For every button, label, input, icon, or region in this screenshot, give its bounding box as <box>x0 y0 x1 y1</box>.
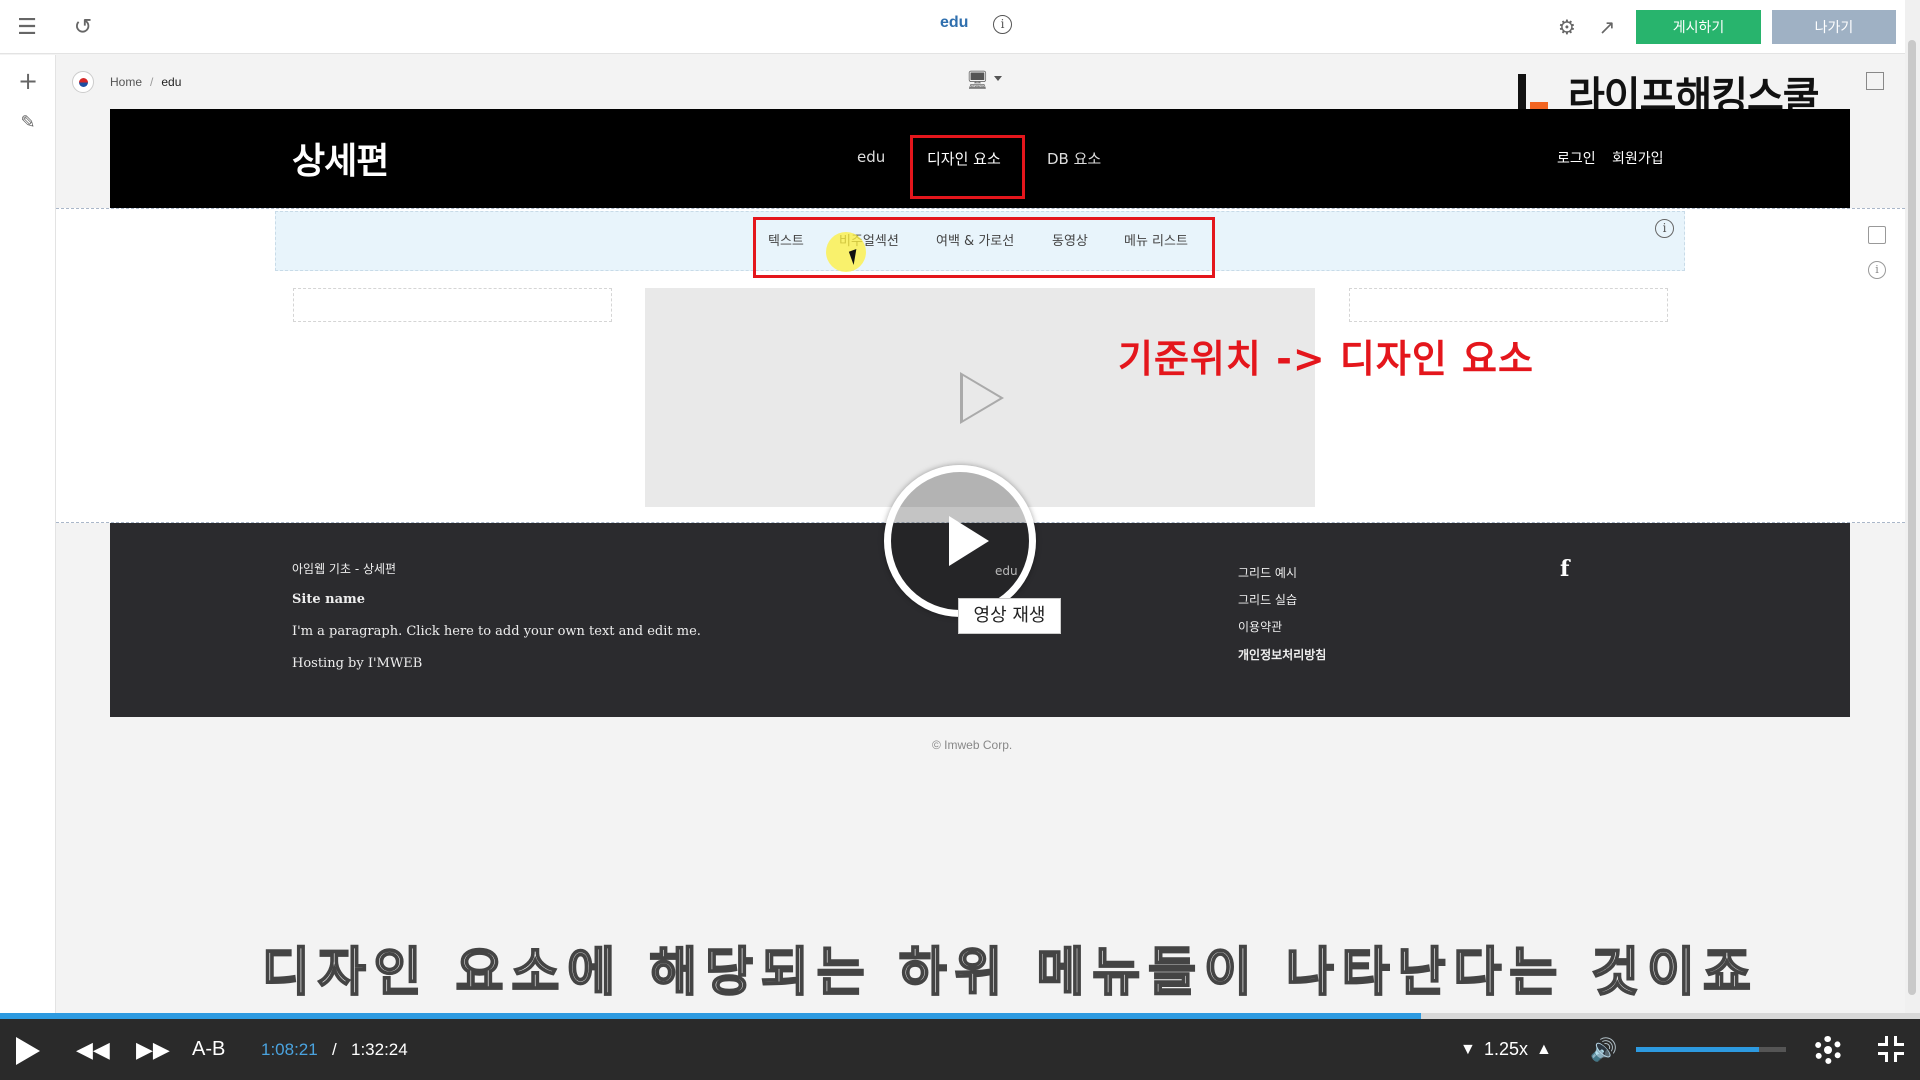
watermark-logo-bar <box>1518 74 1526 114</box>
time-total: 1:32:24 <box>351 1040 408 1059</box>
play-button[interactable] <box>16 1037 40 1065</box>
nav-highlight-box <box>910 135 1025 199</box>
site-logo[interactable]: 상세편 <box>292 132 389 184</box>
settings-gear-icon[interactable] <box>1814 1036 1842 1064</box>
video-subtitle: 디자인 요소에 해당되는 하위 메뉴들이 나타난다는 것이죠 <box>261 942 1759 1004</box>
breadcrumb: Home / edu <box>72 70 181 94</box>
info-icon[interactable]: i <box>1868 261 1886 279</box>
signup-link[interactable]: 회원가입 <box>1612 148 1664 168</box>
volume-icon[interactable]: 🔊 <box>1590 1019 1617 1080</box>
annotation-text: 기준위치 -> 디자인 요소 <box>1118 337 1534 381</box>
swap-icon[interactable] <box>1868 226 1886 244</box>
copy-icon[interactable] <box>1866 72 1884 90</box>
volume-fill <box>1636 1047 1759 1052</box>
breadcrumb-current: edu <box>161 75 182 89</box>
rewind-icon[interactable]: ◀◀ <box>76 1019 110 1080</box>
footer-hosting: Hosting by I'MWEB <box>292 656 423 671</box>
left-toolbar <box>0 55 56 1015</box>
document-title: edu <box>940 14 969 31</box>
play-icon[interactable] <box>884 465 1036 617</box>
time-current: 1:08:21 <box>261 1040 318 1059</box>
external-link-icon[interactable]: ↗ <box>1592 12 1622 42</box>
info-icon[interactable]: i <box>993 15 1012 34</box>
empty-block-left[interactable] <box>293 288 612 322</box>
exit-button[interactable]: 나가기 <box>1772 10 1896 44</box>
speed-up-icon[interactable]: ▲ <box>1536 1019 1552 1080</box>
undo-icon[interactable]: ↺ <box>68 12 98 42</box>
play-tooltip: 영상 재생 <box>958 598 1061 634</box>
info-icon[interactable]: i <box>1655 219 1674 238</box>
nav-item-edu[interactable]: edu <box>857 148 885 166</box>
chevron-down-icon[interactable] <box>994 76 1002 81</box>
hamburger-menu-icon[interactable]: ☰ <box>12 12 42 42</box>
facebook-icon[interactable]: f <box>1560 556 1569 582</box>
footer-site-name[interactable]: Site name <box>292 592 365 607</box>
footer-link-grid-practice[interactable]: 그리드 실습 <box>1238 591 1297 608</box>
footer-link-privacy[interactable]: 개인정보처리방침 <box>1238 646 1326 663</box>
fast-forward-icon[interactable]: ▶▶ <box>136 1019 170 1080</box>
pin-icon[interactable]: ✎ <box>13 108 43 138</box>
korea-flag-icon[interactable] <box>72 71 94 93</box>
add-icon[interactable]: + <box>13 66 43 96</box>
footer-link-grid-example[interactable]: 그리드 예시 <box>1238 564 1297 581</box>
empty-block-right[interactable] <box>1349 288 1668 322</box>
breadcrumb-separator: / <box>150 75 154 89</box>
cursor-highlight <box>826 232 866 272</box>
footer-title: 아임웹 기초 - 상세편 <box>292 562 397 576</box>
ab-repeat-button[interactable]: A-B <box>192 1019 225 1080</box>
copyright-text: © Imweb Corp. <box>932 738 1013 752</box>
time-separator: / <box>332 1040 337 1059</box>
footer-link-terms[interactable]: 이용약관 <box>1238 618 1282 635</box>
login-link[interactable]: 로그인 <box>1557 148 1596 168</box>
exit-fullscreen-icon[interactable] <box>1878 1036 1904 1062</box>
play-outline-icon <box>960 372 1004 424</box>
breadcrumb-home[interactable]: Home <box>110 75 142 89</box>
submenu-highlight-box <box>753 217 1215 278</box>
publish-button[interactable]: 게시하기 <box>1636 10 1761 44</box>
speed-value: 1.25x <box>1484 1039 1529 1059</box>
nav-item-db-elements[interactable]: DB 요소 <box>1047 148 1101 169</box>
page-scrollbar-thumb[interactable] <box>1908 40 1916 995</box>
footer-paragraph[interactable]: I'm a paragraph. Click here to add your … <box>292 624 701 639</box>
desktop-icon[interactable]: 🖥 <box>966 70 989 91</box>
speed-down-icon[interactable]: ▼ <box>1460 1019 1476 1080</box>
gear-icon[interactable]: ⚙ <box>1552 12 1582 42</box>
